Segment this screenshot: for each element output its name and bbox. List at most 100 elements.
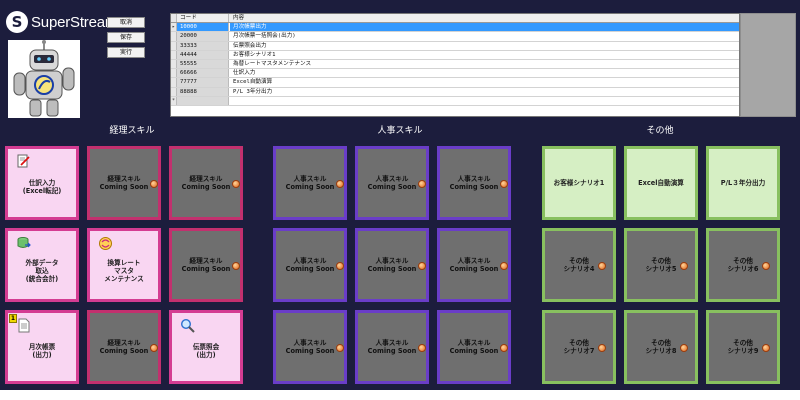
skill-tile-keiri-3[interactable]: 経理スキル Coming Soon	[169, 146, 243, 220]
tile-label: 人事スキル Coming Soon	[367, 257, 417, 273]
grid-new-row-content[interactable]	[230, 97, 739, 105]
status-flag-icon	[232, 262, 240, 270]
tile-label: 人事スキル Coming Soon	[449, 257, 499, 273]
save-button[interactable]: 保存	[107, 32, 145, 43]
row-content[interactable]: 月次帳票一括照会(出力)	[230, 32, 739, 40]
tile-label: 外部データ 取込 (統合会計)	[25, 259, 59, 283]
skill-tile-other-6[interactable]: その他 シナリオ6	[706, 228, 780, 302]
tile-label: 人事スキル Coming Soon	[285, 175, 335, 191]
grid-new-row[interactable]: *	[171, 96, 739, 106]
tile-label: 仕訳入力 (Excel転記)	[22, 179, 62, 195]
status-flag-icon	[500, 180, 508, 188]
skill-tile-jinji-9[interactable]: 人事スキル Coming Soon	[437, 310, 511, 384]
skill-tile-jinji-2[interactable]: 人事スキル Coming Soon	[355, 146, 429, 220]
skill-tile-jinji-4[interactable]: 人事スキル Coming Soon	[273, 228, 347, 302]
tile-label: 人事スキル Coming Soon	[285, 257, 335, 273]
status-flag-icon	[598, 344, 606, 352]
status-flag-icon	[150, 344, 158, 352]
status-flag-icon	[500, 262, 508, 270]
tile-label: 経理スキル Coming Soon	[99, 339, 149, 355]
skill-tile-keiri-8[interactable]: 経理スキル Coming Soon	[87, 310, 161, 384]
table-row[interactable]: 66666 仕訳入力	[171, 69, 739, 79]
row-code[interactable]: 88888	[177, 87, 229, 96]
row-code[interactable]: 66666	[177, 69, 229, 78]
status-flag-icon	[336, 262, 344, 270]
skill-tile-jinji-1[interactable]: 人事スキル Coming Soon	[273, 146, 347, 220]
skill-tile-other-7[interactable]: その他 シナリオ7	[542, 310, 616, 384]
grid-header-code: コード	[177, 14, 229, 23]
status-flag-icon	[418, 344, 426, 352]
row-content[interactable]: P/L 3年分出力	[230, 88, 739, 96]
row-code[interactable]: 33333	[177, 41, 229, 50]
skill-tile-keiri-1[interactable]: 仕訳入力 (Excel転記)	[5, 146, 79, 220]
grid-scrollbar[interactable]	[740, 13, 796, 117]
skill-tile-keiri-9[interactable]: 伝票照会 (出力)	[169, 310, 243, 384]
row-content[interactable]: 月次帳票出力	[230, 23, 739, 32]
skill-tile-keiri-7[interactable]: 1 月次帳票 (出力)	[5, 310, 79, 384]
skill-tile-jinji-5[interactable]: 人事スキル Coming Soon	[355, 228, 429, 302]
tile-label: 人事スキル Coming Soon	[367, 175, 417, 191]
tile-label: 人事スキル Coming Soon	[285, 339, 335, 355]
skill-tile-other-5[interactable]: その他 シナリオ5	[624, 228, 698, 302]
skill-tile-keiri-2[interactable]: 経理スキル Coming Soon	[87, 146, 161, 220]
skill-tile-jinji-3[interactable]: 人事スキル Coming Soon	[437, 146, 511, 220]
status-flag-icon	[150, 180, 158, 188]
skill-tile-keiri-5[interactable]: 換算レート マスタ メンテナンス	[87, 228, 161, 302]
status-flag-icon	[418, 180, 426, 188]
status-flag-icon	[336, 344, 344, 352]
skill-tile-other-8[interactable]: その他 シナリオ8	[624, 310, 698, 384]
status-flag-icon	[418, 262, 426, 270]
status-flag-icon	[500, 344, 508, 352]
row-content[interactable]: 為替レートマスタメンテナンス	[230, 60, 739, 68]
skill-tile-keiri-4[interactable]: 外部データ 取込 (統合会計)	[5, 228, 79, 302]
row-code[interactable]: 55555	[177, 60, 229, 69]
table-row[interactable]: 33333 伝票照会出力	[171, 41, 739, 51]
skill-tile-jinji-6[interactable]: 人事スキル Coming Soon	[437, 228, 511, 302]
tile-label: P/L３年分出力	[720, 179, 766, 187]
tile-label: 経理スキル Coming Soon	[99, 175, 149, 191]
row-content[interactable]: 仕訳入力	[230, 69, 739, 77]
skill-tile-other-2[interactable]: Excel自動演算	[624, 146, 698, 220]
status-flag-icon	[336, 180, 344, 188]
table-row[interactable]: 44444 お客様シナリオ1	[171, 50, 739, 60]
row-code[interactable]: 77777	[177, 78, 229, 87]
skill-tile-jinji-7[interactable]: 人事スキル Coming Soon	[273, 310, 347, 384]
table-row[interactable]: 77777 Excel自動演算	[171, 78, 739, 88]
table-row[interactable]: 20000 月次帳票一括照会(出力)	[171, 32, 739, 42]
status-flag-icon	[680, 262, 688, 270]
row-code[interactable]: 20000	[177, 32, 229, 41]
status-flag-icon	[762, 344, 770, 352]
skill-tile-other-3[interactable]: P/L３年分出力	[706, 146, 780, 220]
skill-tile-other-1[interactable]: お客様シナリオ1	[542, 146, 616, 220]
tile-label: 人事スキル Coming Soon	[449, 175, 499, 191]
database-import-icon	[16, 236, 31, 251]
row-content[interactable]: お客様シナリオ1	[230, 51, 739, 59]
scenario-grid: コード 内容 ▸ 10000 月次帳票出力 20000 月次帳票一括照会(出力) 3333…	[170, 13, 740, 117]
section-title-jinji: 人事スキル	[377, 126, 423, 136]
tile-label: Excel自動演算	[638, 179, 684, 187]
table-row[interactable]: 88888 P/L 3年分出力	[171, 87, 739, 97]
grid-new-row-code[interactable]	[177, 96, 229, 105]
table-row[interactable]: 55555 為替レートマスタメンテナンス	[171, 60, 739, 70]
section-title-other: その他	[646, 126, 674, 136]
skill-tile-keiri-6[interactable]: 経理スキル Coming Soon	[169, 228, 243, 302]
tile-label: 人事スキル Coming Soon	[449, 339, 499, 355]
row-content[interactable]: 伝票照会出力	[230, 42, 739, 50]
currency-exchange-icon	[98, 236, 113, 251]
status-flag-icon	[232, 180, 240, 188]
cancel-button[interactable]: 取消	[107, 17, 145, 28]
magnifier-icon	[180, 318, 195, 333]
run-button[interactable]: 実行	[107, 47, 145, 58]
tile-badge: 1	[9, 314, 17, 323]
status-flag-icon	[598, 262, 606, 270]
superstream-logo-text: SuperStream	[31, 13, 118, 31]
row-code[interactable]: 10000	[177, 23, 229, 32]
skill-tile-other-4[interactable]: その他 シナリオ4	[542, 228, 616, 302]
row-content[interactable]: Excel自動演算	[230, 78, 739, 86]
report-document-icon	[16, 318, 31, 333]
skill-tile-jinji-8[interactable]: 人事スキル Coming Soon	[355, 310, 429, 384]
app-window: S SuperStream 取消 保存 実行 コード 内容 ▸ 10000 月次帳票…	[0, 0, 800, 390]
table-row[interactable]: ▸ 10000 月次帳票出力	[171, 23, 739, 33]
row-code[interactable]: 44444	[177, 50, 229, 59]
skill-tile-other-9[interactable]: その他 シナリオ9	[706, 310, 780, 384]
